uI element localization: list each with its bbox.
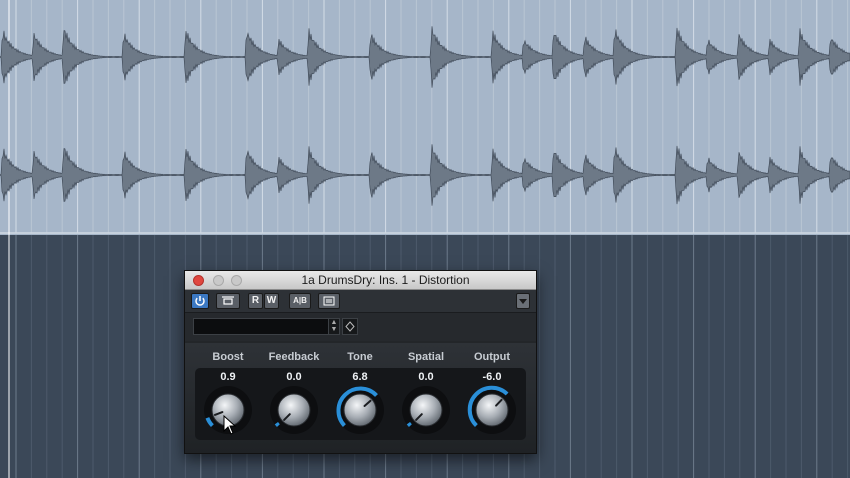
window-title: 1a DrumsDry: Ins. 1 - Distortion [301, 273, 470, 287]
tone-knob[interactable] [336, 386, 384, 434]
close-button[interactable] [193, 275, 204, 286]
diamond-icon [345, 321, 355, 332]
zoom-button[interactable] [231, 275, 242, 286]
triangle-down-icon [519, 299, 527, 304]
preset-browser-button[interactable] [342, 318, 358, 335]
minimize-button[interactable] [213, 275, 224, 286]
bypass-icon [222, 296, 234, 305]
plugin-window[interactable]: 1a DrumsDry: Ins. 1 - Distortion R W A|B [184, 270, 537, 454]
plugin-panel: Boost Feedback Tone Spatial Output 0.9 0… [185, 343, 536, 453]
title-bar[interactable]: 1a DrumsDry: Ins. 1 - Distortion [185, 271, 536, 290]
preset-stepper[interactable]: ▲ ▼ [328, 318, 340, 335]
power-icon [195, 296, 205, 306]
mouse-pointer-icon [223, 415, 237, 435]
power-button[interactable] [191, 293, 209, 309]
output-knob[interactable] [467, 385, 516, 434]
feedback-knob[interactable] [270, 386, 318, 434]
preset-field[interactable] [193, 318, 338, 335]
ab-compare-button[interactable]: A|B [289, 293, 311, 309]
settings-icon [323, 296, 335, 306]
settings-button[interactable] [318, 293, 340, 309]
spatial-knob[interactable] [402, 386, 450, 434]
preset-row: ▲ ▼ [185, 313, 536, 341]
plugin-toolbar: R W A|B [185, 290, 536, 313]
read-automation-button[interactable]: R [248, 293, 263, 309]
plugin-menu-button[interactable] [516, 293, 530, 309]
bypass-button[interactable] [216, 293, 240, 309]
write-automation-button[interactable]: W [264, 293, 279, 309]
